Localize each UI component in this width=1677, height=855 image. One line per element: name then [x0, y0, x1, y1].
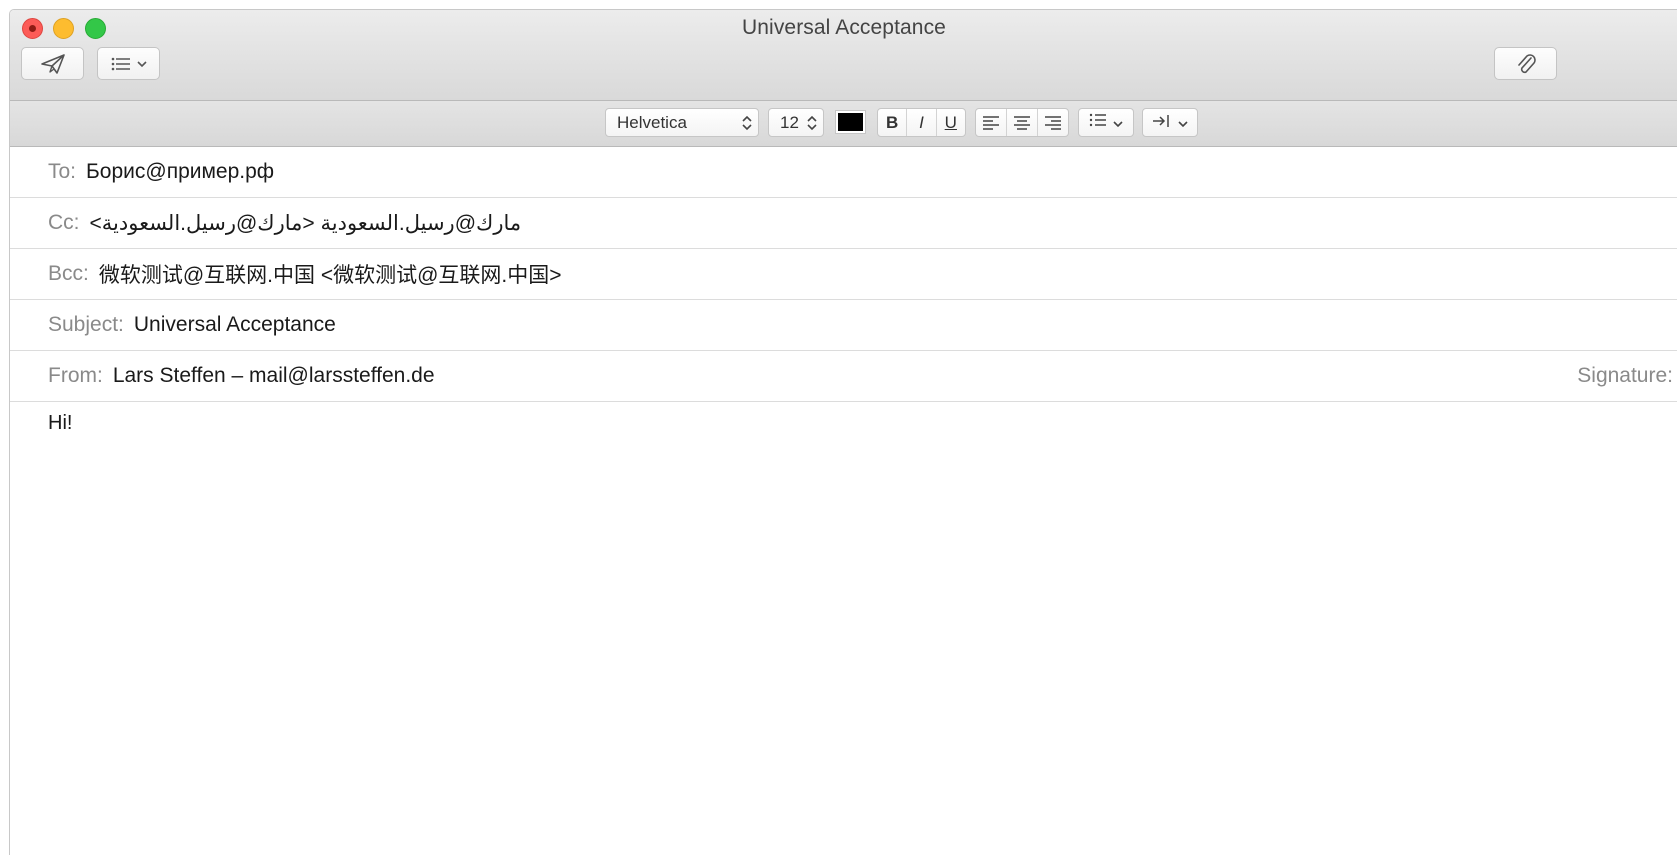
bcc-address[interactable]: 微软测试@互联网.中国 <微软测试@互联网.中国> — [99, 259, 562, 289]
cc-label: Cc: — [48, 211, 80, 234]
align-right-icon — [1045, 115, 1061, 130]
to-field[interactable]: To: Борис@пример.рф — [10, 147, 1677, 198]
underline-button[interactable]: U — [937, 109, 965, 136]
from-field[interactable]: From: Lars Steffen – mail@larssteffen.de… — [10, 351, 1677, 402]
bcc-field[interactable]: Bcc: 微软测试@互联网.中国 <微软测试@互联网.中国> — [10, 249, 1677, 300]
bcc-label: Bcc: — [48, 262, 89, 285]
message-headers: To: Борис@пример.рф Cc: مارك@رسيل.السعود… — [10, 147, 1677, 402]
align-right-button[interactable] — [1038, 109, 1068, 136]
header-fields-menu-button[interactable] — [97, 47, 160, 80]
align-center-button[interactable] — [1007, 109, 1038, 136]
send-button[interactable] — [21, 47, 84, 80]
cc-address[interactable]: مارك@رسيل.السعودية <مارك@رسيل.السعودية> — [90, 211, 522, 236]
format-bar: Helvetica 12 B I U — [10, 101, 1677, 147]
paperclip-icon — [1515, 52, 1537, 76]
align-center-icon — [1014, 115, 1030, 130]
font-size-select[interactable]: 12 — [768, 108, 824, 137]
font-family-select[interactable]: Helvetica — [605, 108, 759, 137]
from-account-select[interactable]: Lars Steffen – mail@larssteffen.de — [113, 364, 435, 388]
list-icon — [111, 57, 131, 71]
bullet-list-icon — [1089, 112, 1107, 133]
font-size-value: 12 — [780, 112, 799, 132]
text-color-well[interactable] — [835, 110, 866, 134]
up-down-arrows-icon — [806, 113, 818, 138]
text-style-group: B I U — [877, 108, 966, 137]
chevron-down-icon — [1113, 113, 1123, 133]
italic-button[interactable]: I — [907, 109, 937, 136]
alignment-group — [975, 108, 1069, 137]
subject-label: Subject: — [48, 313, 124, 336]
from-label: From: — [48, 364, 103, 387]
indent-icon — [1152, 113, 1172, 133]
chevron-down-icon — [136, 60, 147, 68]
to-label: To: — [48, 160, 77, 183]
attach-button[interactable] — [1494, 47, 1557, 80]
bold-button[interactable]: B — [878, 109, 908, 136]
subject-value[interactable]: Universal Acceptance — [134, 313, 336, 337]
align-left-button[interactable] — [976, 109, 1007, 136]
mail-compose-window: Universal Acceptance Helvetica 12 B I U … — [9, 9, 1677, 855]
up-down-arrows-icon — [741, 113, 753, 138]
signature-label: Signature: — [1577, 364, 1673, 387]
title-bar: Universal Acceptance — [10, 10, 1677, 101]
cc-field[interactable]: Cc: مارك@رسيل.السعودية <مارك@رسيل.السعود… — [10, 198, 1677, 249]
message-body[interactable]: Hi! — [48, 412, 72, 435]
chevron-down-icon — [1178, 113, 1188, 133]
to-address[interactable]: Борис@пример.рф — [86, 160, 274, 184]
font-family-value: Helvetica — [617, 112, 687, 132]
paper-plane-icon — [40, 53, 66, 75]
indent-menu[interactable] — [1142, 108, 1198, 137]
window-title: Universal Acceptance — [742, 16, 946, 39]
align-left-icon — [983, 115, 999, 130]
subject-field[interactable]: Subject: Universal Acceptance — [10, 300, 1677, 351]
list-style-menu[interactable] — [1078, 108, 1134, 137]
